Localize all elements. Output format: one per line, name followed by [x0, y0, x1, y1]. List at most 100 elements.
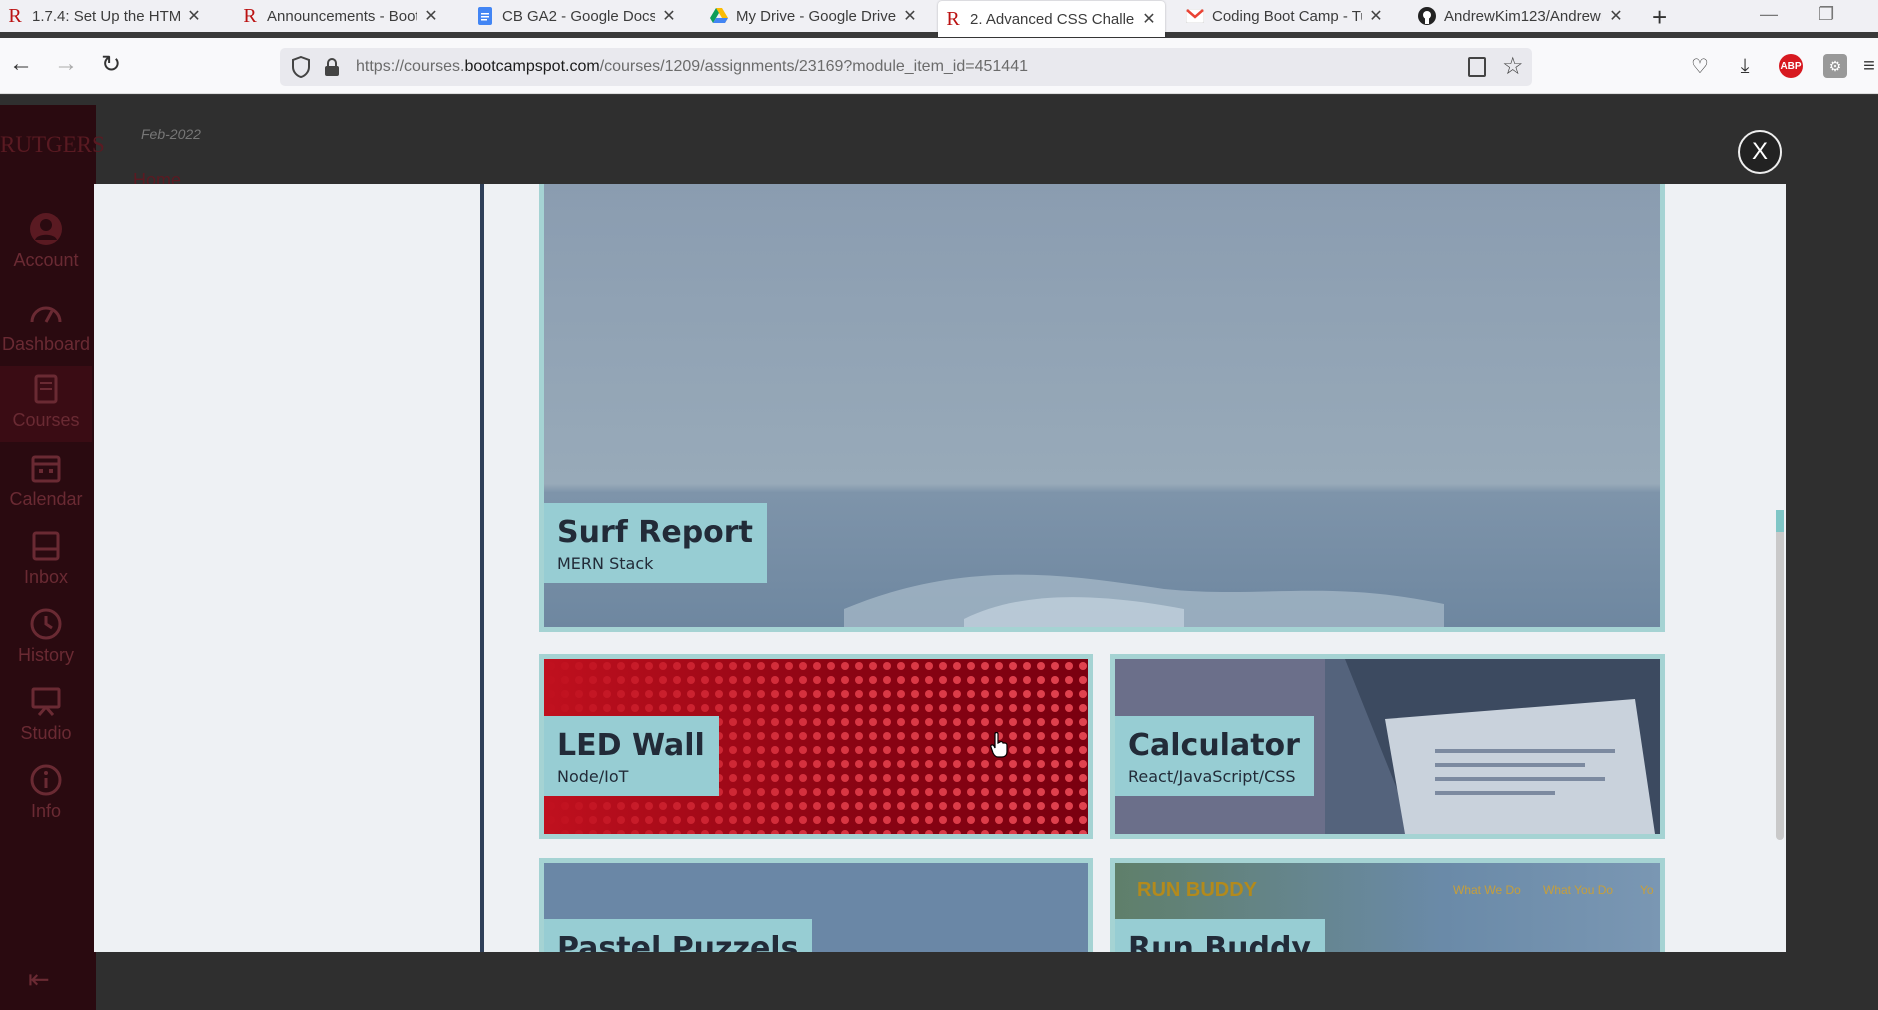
browser-tab-4[interactable]: My Drive - Google Drive ✕ [704, 0, 926, 32]
bookmark-star-icon[interactable]: ☆ [1502, 52, 1524, 81]
inbox-icon [32, 531, 60, 561]
project-card-led-wall[interactable]: LED Wall Node/IoT [539, 654, 1093, 839]
close-tab-icon[interactable]: ✕ [661, 6, 677, 26]
account-icon [30, 213, 62, 245]
browser-tab-7[interactable]: AndrewKim123/AndrewK ✕ [1412, 0, 1632, 32]
run-buddy-nav-item: What We Do [1453, 883, 1521, 897]
project-label: Surf Report MERN Stack [544, 503, 767, 583]
url-text[interactable]: https://courses.bootcampspot.com/courses… [356, 58, 1028, 76]
section-divider [480, 184, 484, 952]
close-tab-icon[interactable]: ✕ [1368, 6, 1384, 26]
calendar-icon [31, 455, 61, 483]
nav-label: Info [30, 801, 62, 821]
rutgers-r-icon: R [243, 4, 257, 27]
rutgers-logo[interactable]: RUTGERS [0, 132, 105, 158]
close-tab-icon[interactable]: ✕ [1141, 9, 1157, 29]
project-card-pastel-puzzels[interactable]: Pastel Puzzels [539, 858, 1093, 952]
back-arrow-icon[interactable]: ← [5, 50, 37, 78]
modal-scrollbar-thumb[interactable] [1776, 510, 1784, 532]
modal-scrollbar-track[interactable] [1776, 510, 1784, 840]
adblock-plus-icon[interactable]: ABP [1777, 52, 1805, 80]
extension-icon[interactable]: ⚙ [1821, 52, 1849, 80]
nav-courses[interactable]: Courses [0, 366, 92, 442]
tab-strip: R 1.7.4: Set Up the HTML F ✕ R Announcem… [0, 0, 1878, 37]
nav-history[interactable]: History [0, 601, 92, 677]
nav-label: History [17, 645, 74, 665]
project-label: LED Wall Node/IoT [544, 716, 719, 796]
project-title: LED Wall [557, 728, 705, 763]
tab-title: 2. Advanced CSS Challen [970, 10, 1135, 28]
courses-icon [34, 374, 58, 404]
github-icon [1418, 7, 1436, 25]
studio-icon [31, 687, 61, 716]
address-bar[interactable]: https://courses.bootcampspot.com/courses… [280, 48, 1532, 86]
project-label: Pastel Puzzels [544, 919, 813, 952]
collapse-nav-icon[interactable]: ⇤ [28, 964, 50, 995]
url-path: /courses/1209/assignments/23169?module_i… [599, 58, 1028, 75]
reader-view-icon[interactable] [1468, 57, 1486, 77]
nav-label: Account [13, 250, 79, 270]
project-label: Run Buddy [1115, 919, 1325, 952]
pocket-icon[interactable]: ♡ [1686, 52, 1714, 80]
hand-cursor-icon [990, 732, 1008, 758]
close-tab-icon[interactable]: ✕ [423, 6, 439, 26]
lock-icon[interactable] [324, 57, 340, 77]
portfolio-preview-modal: Surf Report MERN Stack LED Wall Node/IoT [94, 184, 1786, 952]
browser-tab-3[interactable]: CB GA2 - Google Docs ✕ [470, 0, 685, 32]
nav-studio[interactable]: Studio [0, 679, 92, 755]
close-tab-icon[interactable]: ✕ [902, 6, 918, 26]
history-icon [30, 608, 62, 640]
browser-tab-5-active[interactable]: R 2. Advanced CSS Challen ✕ [938, 1, 1165, 37]
course-term: Feb-2022 [141, 126, 201, 142]
nav-label: Calendar [9, 489, 83, 509]
new-tab-plus-icon[interactable]: + [1652, 2, 1667, 33]
tab-title: My Drive - Google Drive [736, 7, 896, 25]
adblock-label: ABP [1779, 54, 1803, 78]
portfolio-left-column [94, 184, 480, 952]
close-tab-icon[interactable]: ✕ [1608, 6, 1624, 26]
project-title: Calculator [1128, 728, 1300, 763]
project-tech: Node/IoT [557, 767, 629, 786]
nav-inbox[interactable]: Inbox [0, 523, 92, 599]
navigation-toolbar: ← → ↻ https://courses.bootcampspot.com/c… [0, 38, 1878, 94]
url-domain: bootcampspot.com [464, 58, 600, 75]
minimize-icon[interactable]: — [1760, 4, 1778, 25]
tab-title: AndrewKim123/AndrewK [1444, 7, 1602, 25]
project-card-calculator[interactable]: Calculator React/JavaScript/CSS [1110, 654, 1665, 839]
nav-label: Courses [12, 410, 80, 430]
modal-close-button[interactable]: X [1738, 130, 1782, 174]
tab-title: 1.7.4: Set Up the HTML F [32, 7, 180, 25]
project-title: Run Buddy [1128, 931, 1311, 952]
nav-label: Studio [20, 723, 72, 743]
gmail-icon [1186, 7, 1204, 25]
restore-window-icon[interactable]: ❐ [1818, 4, 1834, 25]
download-icon[interactable]: ⤓ [1731, 52, 1759, 80]
project-title: Surf Report [557, 515, 753, 550]
url-prefix: https://courses. [356, 58, 465, 75]
rutgers-r-icon: R [946, 7, 960, 30]
tab-title: Coding Boot Camp - Tut [1212, 7, 1362, 25]
nav-label: Inbox [23, 567, 69, 587]
project-card-run-buddy[interactable]: RUN BUDDY What We Do What You Do Yo Run … [1110, 858, 1665, 952]
reload-icon[interactable]: ↻ [95, 50, 127, 79]
project-tech: React/JavaScript/CSS [1128, 767, 1296, 786]
close-tab-icon[interactable]: ✕ [186, 6, 202, 26]
tab-title: Announcements - Bootc [267, 7, 417, 25]
shield-icon[interactable] [292, 56, 310, 78]
browser-tab-2[interactable]: R Announcements - Bootc ✕ [235, 0, 447, 32]
nav-info[interactable]: Info [0, 757, 92, 833]
project-title: Pastel Puzzels [557, 931, 799, 952]
forward-arrow-icon[interactable]: → [50, 50, 82, 78]
nav-account[interactable]: Account [0, 206, 92, 282]
tab-title: CB GA2 - Google Docs [502, 7, 655, 25]
browser-tab-6[interactable]: Coding Boot Camp - Tut ✕ [1180, 0, 1392, 32]
info-icon [30, 764, 62, 796]
menu-icon[interactable]: ≡ [1860, 52, 1878, 80]
browser-tab-1[interactable]: R 1.7.4: Set Up the HTML F ✕ [0, 0, 210, 32]
nav-dashboard[interactable]: Dashboard [0, 290, 92, 366]
nav-label: Dashboard [1, 334, 91, 354]
nav-calendar[interactable]: Calendar [0, 445, 92, 521]
project-card-surf-report[interactable]: Surf Report MERN Stack [539, 184, 1665, 632]
google-docs-icon [476, 7, 494, 25]
run-buddy-logo: RUN BUDDY [1137, 879, 1257, 901]
